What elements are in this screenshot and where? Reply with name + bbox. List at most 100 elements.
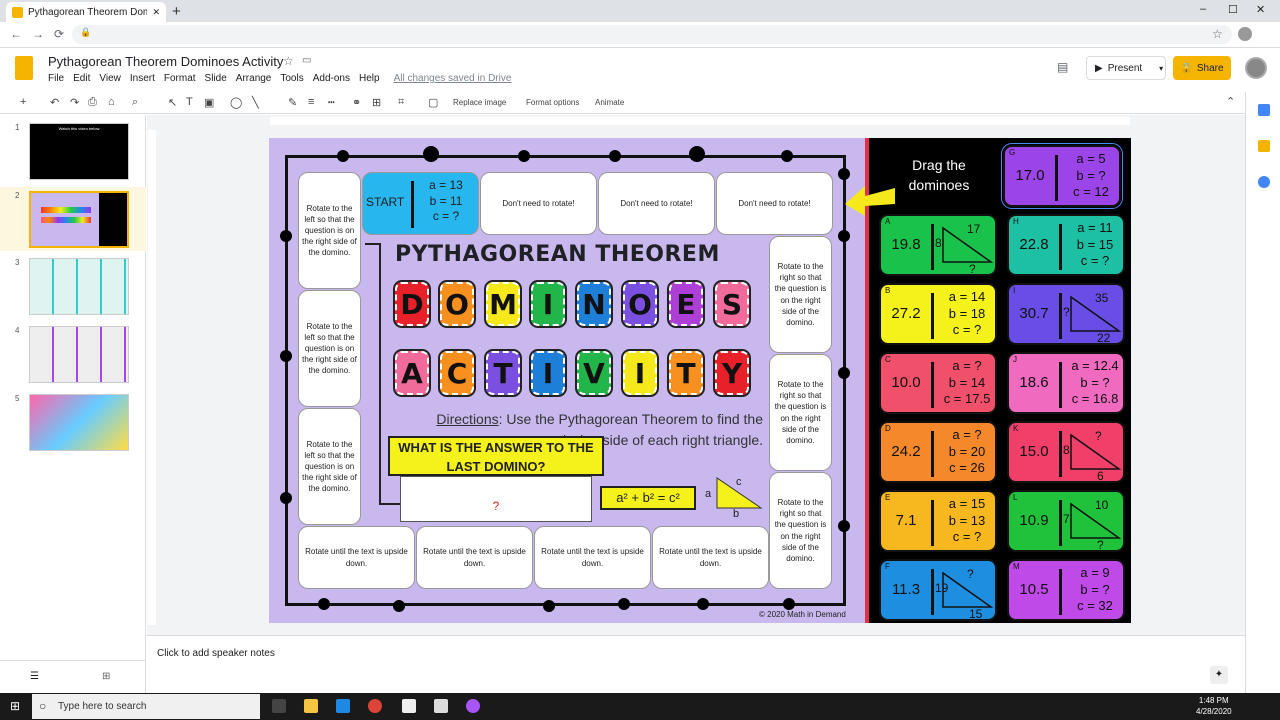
menu-arrange[interactable]: Arrange <box>236 73 272 84</box>
tasks-icon[interactable] <box>1258 176 1270 188</box>
zoom-icon[interactable]: ⌕ <box>132 96 138 109</box>
star-icon[interactable]: ☆ <box>283 54 294 68</box>
browser-tab[interactable]: Pythagorean Theorem Dominoes ✕ <box>6 2 166 22</box>
profile-icon[interactable] <box>1238 27 1252 41</box>
maximize-button[interactable]: ☐ <box>1228 3 1238 16</box>
domino-value: 17.0 <box>1015 167 1045 184</box>
collapse-toolbar-icon[interactable]: ⌃ <box>1226 95 1235 108</box>
explore-icon[interactable]: ✦ <box>1210 666 1228 684</box>
menu-edit[interactable]: Edit <box>73 73 90 84</box>
chrome-icon[interactable] <box>368 699 382 713</box>
slides-logo-icon[interactable] <box>15 56 33 80</box>
windows-start-icon[interactable]: ⊞ <box>10 699 20 713</box>
document-title[interactable]: Pythagorean Theorem Dominoes Activity <box>48 54 283 69</box>
share-button[interactable]: 🔒 Share <box>1173 56 1231 80</box>
new-slide-icon[interactable]: + <box>20 96 26 108</box>
menu-format[interactable]: Format <box>164 73 196 84</box>
domino-piece[interactable]: J 18.6 a = 12.4 b = ? c = 16.8 <box>1007 352 1125 414</box>
mask-icon[interactable]: ▢ <box>428 96 438 109</box>
slide-thumbnail-1[interactable]: Watch this video below <box>29 123 129 180</box>
forward-icon[interactable]: → <box>32 27 44 41</box>
move-folder-icon[interactable]: ▭ <box>302 55 311 66</box>
menu-view[interactable]: View <box>99 73 121 84</box>
bookmark-star-icon[interactable]: ☆ <box>1212 27 1223 41</box>
link-icon[interactable]: ⚭ <box>352 96 361 109</box>
domino-piece[interactable]: C 10.0 a = ? b = 14 c = 17.5 <box>879 352 997 414</box>
domino-piece[interactable]: B 27.2 a = 14 b = 18 c = ? <box>879 283 997 345</box>
undo-icon[interactable]: ↶ <box>50 96 59 109</box>
crop-icon[interactable]: ⌗ <box>398 96 404 109</box>
image-icon[interactable]: ▣ <box>204 96 214 109</box>
slide-thumbnail-5[interactable] <box>29 394 129 451</box>
mail-icon[interactable] <box>402 699 416 713</box>
border-dash-icon[interactable]: ┅ <box>328 96 335 109</box>
reload-icon[interactable]: ⟳ <box>54 27 64 41</box>
domino-piece[interactable]: H 22.8 a = 11 b = 15 c = ? <box>1007 214 1125 276</box>
slide-thumbnail-4[interactable] <box>29 326 129 383</box>
taskbar-clock[interactable]: 1:48 PM 4/28/2020 <box>1196 695 1232 717</box>
new-tab-button[interactable]: + <box>172 3 181 20</box>
file-explorer-icon[interactable] <box>304 699 318 713</box>
domino-value: 7.1 <box>895 512 917 529</box>
replace-image-button[interactable]: Replace image <box>453 98 506 107</box>
select-icon[interactable]: ↖ <box>168 96 177 109</box>
board-cell-right: Rotate to the right so that the question… <box>769 354 832 471</box>
filmstrip-view-icon[interactable]: ☰ <box>30 671 39 682</box>
url-input[interactable]: 🔒 <box>72 25 1232 44</box>
domino-piece[interactable]: I 30.7? 35 22 <box>1007 283 1125 345</box>
menu-help[interactable]: Help <box>359 73 380 84</box>
domino-piece[interactable]: G 17.0 a = 5b = ? c = 12 <box>1001 143 1123 209</box>
slide[interactable]: Rotate to the left so that the question … <box>269 138 1131 623</box>
board-cell-bottom: Rotate until the text is upside down. <box>534 526 651 589</box>
calculator-icon[interactable] <box>434 699 448 713</box>
back-icon[interactable]: ← <box>10 27 22 41</box>
border-weight-icon[interactable]: ≡ <box>308 96 314 108</box>
task-view-icon[interactable] <box>272 699 286 713</box>
domino-letter: L <box>1013 493 1018 502</box>
comment-add-icon[interactable]: ⊞ <box>372 96 381 109</box>
avatar[interactable] <box>1245 57 1267 79</box>
store-icon[interactable] <box>336 699 350 713</box>
keep-icon[interactable] <box>1258 140 1270 152</box>
domino-piece[interactable]: E 7.1 a = 15 b = 13 c = ? <box>879 490 997 552</box>
slide-number: 3 <box>15 258 20 267</box>
save-status[interactable]: All changes saved in Drive <box>394 73 512 84</box>
textbox-icon[interactable]: T <box>186 96 193 108</box>
domino-piece[interactable]: A 19.8 8 17? <box>879 214 997 276</box>
slide-thumbnail-3[interactable] <box>29 258 129 315</box>
domino-piece[interactable]: L 10.9 7 10? <box>1007 490 1125 552</box>
domino-piece[interactable]: K 15.0 8? 6 <box>1007 421 1125 483</box>
shape-icon[interactable]: ◯ <box>230 96 242 109</box>
tab-close-icon[interactable]: ✕ <box>152 7 160 18</box>
slide-thumbnail-2[interactable] <box>29 191 129 248</box>
triangle-side-label: ? <box>1097 538 1104 552</box>
menu-insert[interactable]: Insert <box>130 73 155 84</box>
close-window-button[interactable]: ✕ <box>1256 3 1265 16</box>
menu-tools[interactable]: Tools <box>280 73 303 84</box>
paint-format-icon[interactable]: ⌂ <box>108 96 115 108</box>
print-icon[interactable]: ⎙ <box>88 96 97 109</box>
menu-file[interactable]: File <box>48 73 64 84</box>
format-options-button[interactable]: Format options <box>526 98 579 107</box>
domino-value: 18.6 <box>1019 374 1049 391</box>
animate-button[interactable]: Animate <box>595 98 624 107</box>
present-button[interactable]: ▶ Present ▾ <box>1086 56 1166 80</box>
grid-view-icon[interactable]: ⊞ <box>102 671 110 682</box>
speaker-notes[interactable]: Click to add speaker notes ✦ <box>147 635 1245 693</box>
domino-piece[interactable]: D 24.2 a = ? b = 20 c = 26 <box>879 421 997 483</box>
border-color-icon[interactable]: ✎ <box>288 96 297 109</box>
menu-addons[interactable]: Add-ons <box>313 73 350 84</box>
line-icon[interactable]: ╲ <box>252 96 259 109</box>
app-icon[interactable] <box>466 699 480 713</box>
comments-icon[interactable]: ▤ <box>1057 60 1068 74</box>
domino-piece[interactable]: F 11.3 19? 15 <box>879 559 997 621</box>
board-cell-bottom: Rotate until the text is upside down. <box>652 526 769 589</box>
calendar-icon[interactable] <box>1258 104 1270 116</box>
domino-piece[interactable]: M 10.5 a = 9b = ? c = 32 <box>1007 559 1125 621</box>
taskbar-search[interactable]: ○ Type here to search <box>32 694 260 719</box>
redo-icon[interactable]: ↷ <box>70 96 79 109</box>
present-dropdown-icon[interactable]: ▾ <box>1159 64 1163 73</box>
minimize-button[interactable]: – <box>1200 3 1206 15</box>
domino-equation: c = 32 <box>1077 598 1113 614</box>
menu-slide[interactable]: Slide <box>205 73 227 84</box>
